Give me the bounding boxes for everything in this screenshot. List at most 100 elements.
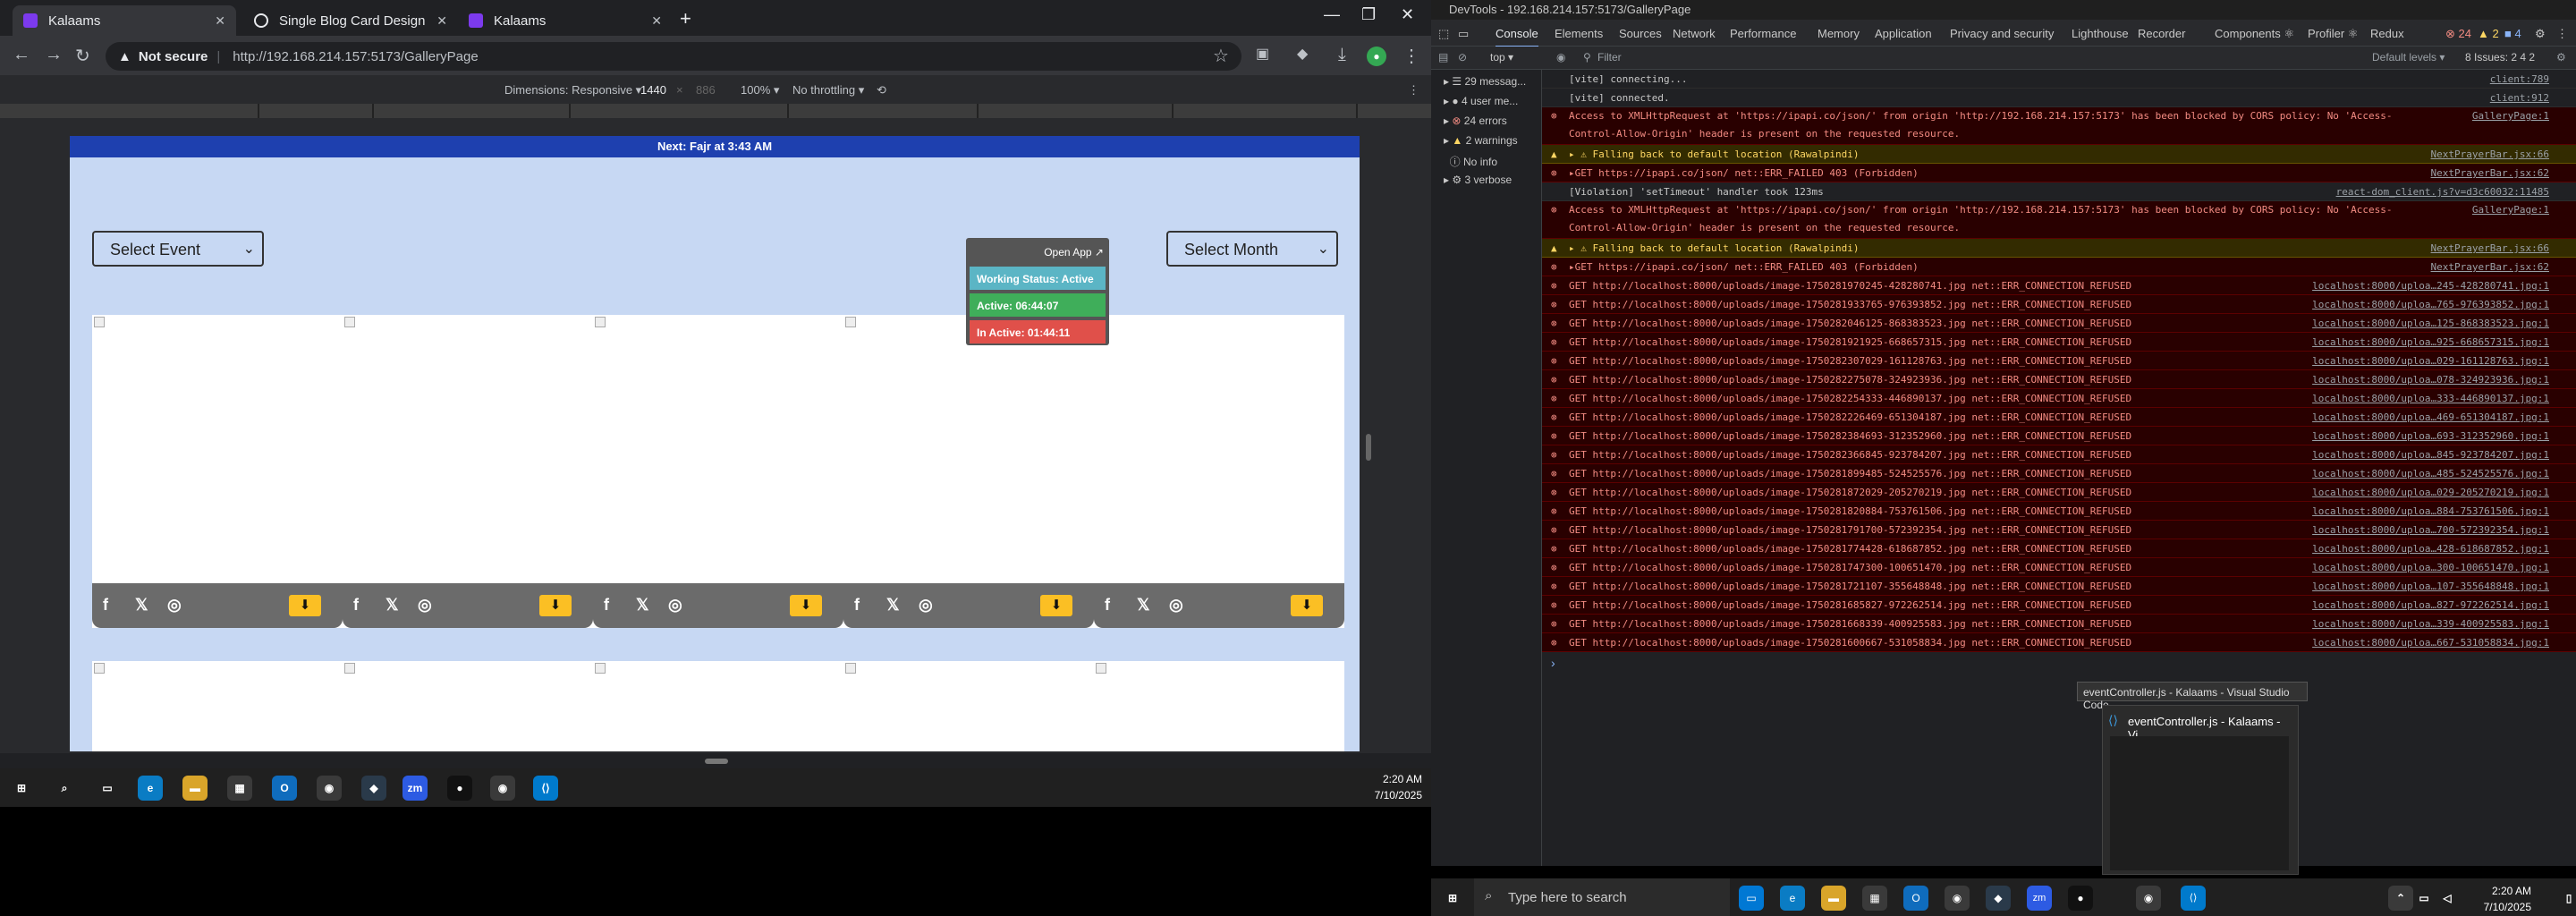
message-source-link[interactable]: localhost:8000/uploa…845-923784207.jpg:1 bbox=[2312, 445, 2549, 463]
sidebar-item-messages[interactable]: ▸ ☰ 29 messag... bbox=[1444, 75, 1526, 88]
rotate-icon[interactable]: ⟲ bbox=[877, 83, 886, 98]
x-icon[interactable]: 𝕏 bbox=[636, 596, 649, 615]
tab-elements[interactable]: Elements bbox=[1555, 27, 1603, 40]
device-toggle-icon[interactable]: ▭ bbox=[1458, 27, 1469, 41]
message-source-link[interactable]: client:912 bbox=[2490, 89, 2549, 106]
tab-components[interactable]: Components ⚛ bbox=[2215, 27, 2294, 41]
console-message[interactable]: ▲ ▸ ⚠ Falling back to default location (R… bbox=[1542, 239, 2576, 258]
message-source-link[interactable]: localhost:8000/uploa…700-572392354.jpg:1 bbox=[2312, 521, 2549, 539]
sidebar-item-info[interactable]: ⓘ No info bbox=[1444, 154, 1497, 169]
download-icon[interactable]: ⬇ bbox=[1040, 595, 1072, 616]
outlook-icon[interactable]: O bbox=[1903, 886, 1928, 911]
network-error-message[interactable]: ⊗ GET http://localhost:8000/uploads/image… bbox=[1542, 370, 2576, 389]
gallery-card[interactable] bbox=[1094, 661, 1344, 751]
select-event-dropdown[interactable]: Select Event ⌄ bbox=[92, 231, 264, 267]
zoom-icon[interactable]: zm bbox=[2027, 886, 2052, 911]
instagram-icon[interactable]: ◎ bbox=[1169, 596, 1183, 615]
instagram-icon[interactable]: ◎ bbox=[418, 596, 432, 615]
sidebar-item-verbose[interactable]: ▸ ⚙ 3 verbose bbox=[1444, 174, 1512, 186]
download-icon[interactable]: ⬇ bbox=[1291, 595, 1323, 616]
message-source-link[interactable]: localhost:8000/uploa…485-524525576.jpg:1 bbox=[2312, 464, 2549, 482]
omnibox[interactable]: ▲ Not secure | http://192.168.214.157:51… bbox=[106, 42, 1241, 71]
tab-performance[interactable]: Performance bbox=[1730, 27, 1796, 40]
network-error-message[interactable]: ⊗ GET http://localhost:8000/uploads/image… bbox=[1542, 445, 2576, 464]
console-message[interactable]: ⊗ ▸GET https://ipapi.co/json/ net::ERR_FA… bbox=[1542, 164, 2576, 182]
tab-console[interactable]: Console bbox=[1496, 27, 1538, 47]
gallery-card[interactable] bbox=[843, 661, 1094, 751]
message-source-link[interactable]: localhost:8000/uploa…925-668657315.jpg:1 bbox=[2312, 333, 2549, 351]
sidebar-item-user[interactable]: ▸ ● 4 user me... bbox=[1444, 95, 1518, 107]
edge-icon[interactable]: e bbox=[1780, 886, 1805, 911]
download-icon[interactable]: ⤓ bbox=[1338, 45, 1346, 65]
message-source-link[interactable]: localhost:8000/uploa…469-651304187.jpg:1 bbox=[2312, 408, 2549, 426]
resize-handle-horizontal[interactable] bbox=[705, 759, 728, 764]
console-message[interactable]: ⊗ Access to XMLHttpRequest at 'https://ip… bbox=[1542, 107, 2576, 145]
sidebar-item-warnings[interactable]: ▸ ▲ 2 warnings bbox=[1444, 134, 1518, 147]
facebook-icon[interactable]: f bbox=[353, 596, 359, 615]
console-settings-icon[interactable]: ⚙ bbox=[2556, 51, 2566, 64]
download-icon[interactable]: ⬇ bbox=[790, 595, 822, 616]
tab-sources[interactable]: Sources bbox=[1619, 27, 1662, 40]
clock-right[interactable]: 2:20 AM 7/10/2025 bbox=[2433, 883, 2531, 915]
x-icon[interactable]: 𝕏 bbox=[886, 596, 900, 615]
app-icon[interactable]: ● bbox=[447, 776, 472, 801]
facebook-icon[interactable]: f bbox=[854, 596, 860, 615]
task-view-icon[interactable]: ▭ bbox=[1739, 886, 1764, 911]
message-source-link[interactable]: localhost:8000/uploa…300-100651470.jpg:1 bbox=[2312, 558, 2549, 576]
file-explorer-icon[interactable]: ▬ bbox=[1821, 886, 1846, 911]
minimize-icon[interactable]: — bbox=[1324, 5, 1340, 24]
x-icon[interactable]: 𝕏 bbox=[135, 596, 148, 615]
reload-icon[interactable]: ↻ bbox=[75, 45, 90, 67]
message-source-link[interactable]: NextPrayerBar.jsx:66 bbox=[2431, 239, 2549, 257]
tab-kalaams-active[interactable]: Kalaams ✕ bbox=[13, 5, 236, 36]
network-error-message[interactable]: ⊗ GET http://localhost:8000/uploads/image… bbox=[1542, 314, 2576, 333]
message-source-link[interactable]: localhost:8000/uploa…765-976393852.jpg:1 bbox=[2312, 295, 2549, 313]
width-input[interactable]: 1440 bbox=[640, 83, 666, 97]
bookmark-star-icon[interactable]: ☆ bbox=[1213, 45, 1229, 67]
gallery-card[interactable] bbox=[593, 661, 843, 751]
app-icon[interactable]: ◆ bbox=[1986, 886, 2011, 911]
network-error-message[interactable]: ⊗ GET http://localhost:8000/uploads/image… bbox=[1542, 408, 2576, 427]
chrome-icon[interactable]: ◉ bbox=[317, 776, 342, 801]
tab-lighthouse[interactable]: Lighthouse bbox=[2072, 27, 2129, 40]
menu-kebab-icon[interactable]: ⋮ bbox=[1402, 45, 1420, 67]
network-error-message[interactable]: ⊗ GET http://localhost:8000/uploads/image… bbox=[1542, 389, 2576, 408]
gallery-card[interactable]: f 𝕏 ◎ ⬇ bbox=[343, 315, 593, 628]
network-error-message[interactable]: ⊗ GET http://localhost:8000/uploads/image… bbox=[1542, 521, 2576, 539]
search-icon[interactable]: ⌕ bbox=[52, 776, 77, 801]
sidebar-item-errors[interactable]: ▸ ⊗ 24 errors bbox=[1444, 114, 1507, 127]
message-source-link[interactable]: GalleryPage:1 bbox=[2472, 107, 2549, 125]
puzzle-icon[interactable]: ◆ bbox=[1297, 45, 1308, 63]
app-icon[interactable]: ● bbox=[2068, 886, 2093, 911]
close-window-icon[interactable]: ✕ bbox=[1401, 5, 1414, 24]
network-error-message[interactable]: ⊗ GET http://localhost:8000/uploads/image… bbox=[1542, 615, 2576, 633]
message-source-link[interactable]: react-dom_client.js?v=d3c60032:11485 bbox=[2336, 182, 2549, 200]
sidebar-toggle-icon[interactable]: ▤ bbox=[1438, 51, 1448, 64]
tab-privacy[interactable]: Privacy and security bbox=[1950, 27, 2054, 40]
message-source-link[interactable]: localhost:8000/uploa…667-531058834.jpg:1 bbox=[2312, 633, 2549, 651]
facebook-icon[interactable]: f bbox=[103, 596, 108, 615]
network-error-message[interactable]: ⊗ GET http://localhost:8000/uploads/image… bbox=[1542, 352, 2576, 370]
network-error-message[interactable]: ⊗ GET http://localhost:8000/uploads/image… bbox=[1542, 577, 2576, 596]
height-input[interactable]: 886 bbox=[696, 83, 716, 97]
gallery-card[interactable]: f 𝕏 ◎ ⬇ bbox=[843, 315, 1094, 628]
vscode-preview[interactable]: ⟨⟩ eventController.js - Kalaams - Vi... bbox=[2102, 705, 2299, 875]
back-icon[interactable]: ← bbox=[13, 45, 30, 65]
settings-gear-icon[interactable]: ⚙ bbox=[2535, 27, 2546, 41]
file-explorer-icon[interactable]: ▬ bbox=[182, 776, 208, 801]
message-source-link[interactable]: localhost:8000/uploa…339-400925583.jpg:1 bbox=[2312, 615, 2549, 632]
message-source-link[interactable]: localhost:8000/uploa…428-618687852.jpg:1 bbox=[2312, 539, 2549, 557]
network-error-message[interactable]: ⊗ GET http://localhost:8000/uploads/image… bbox=[1542, 276, 2576, 295]
message-source-link[interactable]: localhost:8000/uploa…333-446890137.jpg:1 bbox=[2312, 389, 2549, 407]
windows-start-icon[interactable]: ⊞ bbox=[9, 776, 34, 801]
gallery-card[interactable]: f 𝕏 ◎ ⬇ bbox=[92, 315, 343, 628]
context-selector[interactable]: top ▾ bbox=[1490, 51, 1513, 64]
console-prompt[interactable]: › bbox=[1551, 656, 1555, 670]
console-message[interactable]: [vite] connecting... client:789 bbox=[1542, 70, 2576, 89]
maximize-icon[interactable]: ❐ bbox=[1361, 5, 1376, 24]
close-tab-icon[interactable]: ✕ bbox=[215, 13, 225, 29]
message-source-link[interactable]: localhost:8000/uploa…125-868383523.jpg:1 bbox=[2312, 314, 2549, 332]
chrome-icon[interactable]: ◉ bbox=[1945, 886, 1970, 911]
info-count-badge[interactable]: ■ 4 bbox=[2504, 27, 2521, 40]
forward-icon[interactable]: → bbox=[45, 45, 63, 65]
